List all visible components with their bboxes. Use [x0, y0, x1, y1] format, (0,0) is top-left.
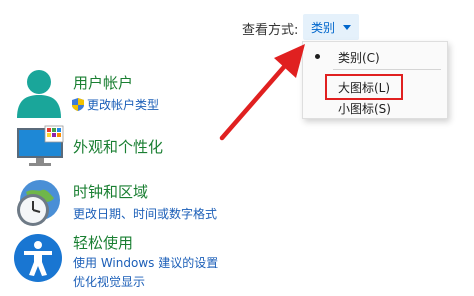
category-title-clock-region[interactable]: 时钟和区域	[73, 181, 148, 202]
menu-item-small-icons[interactable]: 小图标(S)	[303, 98, 447, 118]
category-title-ease-of-access[interactable]: 轻松使用	[73, 232, 133, 253]
view-by-label: 查看方式:	[242, 23, 299, 38]
appearance-personalization-icon[interactable]	[15, 124, 65, 168]
clock-region-icon[interactable]	[12, 178, 64, 230]
menu-item-label: 小图标(S)	[338, 102, 391, 116]
chevron-down-icon	[343, 25, 351, 30]
link-optimize-visual-display[interactable]: 优化视觉显示	[73, 273, 145, 290]
link-use-windows-recommended-settings[interactable]: 使用 Windows 建议的设置	[73, 254, 218, 271]
category-title-appearance[interactable]: 外观和个性化	[73, 136, 163, 157]
menu-item-label: 类别(C)	[338, 51, 380, 65]
view-by-current-value: 类别	[311, 21, 336, 35]
view-by-dropdown[interactable]: 类别	[303, 14, 359, 40]
red-arrow-annotation	[219, 44, 305, 141]
menu-separator	[333, 69, 441, 70]
shield-icon	[72, 96, 84, 111]
link-change-account-type[interactable]: 更改帐户类型	[87, 96, 159, 113]
highlight-box	[325, 74, 403, 100]
ease-of-access-icon[interactable]	[13, 233, 63, 283]
user-accounts-icon[interactable]	[14, 68, 64, 120]
category-title-user-accounts[interactable]: 用户帐户	[73, 72, 133, 93]
menu-item-category[interactable]: 类别(C)	[303, 47, 447, 67]
link-change-date-time-format[interactable]: 更改日期、时间或数字格式	[73, 205, 217, 222]
